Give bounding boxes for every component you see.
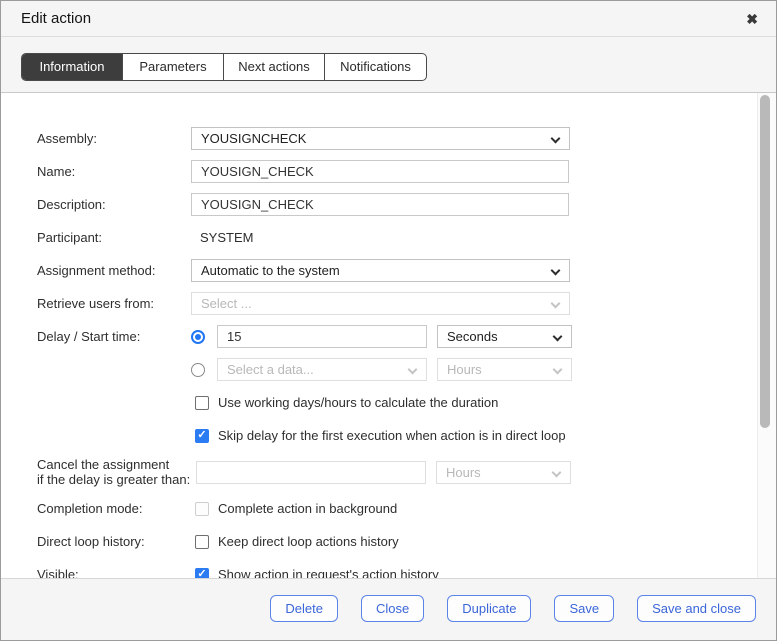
retrieve-users-label: Retrieve users from: <box>37 296 191 311</box>
delay-data-select-placeholder: Select a data... <box>227 362 314 377</box>
delay-label: Delay / Start time: <box>37 329 191 344</box>
visible-row: Visible: Show action in request's action… <box>37 563 736 578</box>
cancel-assignment-unit-value: Hours <box>446 465 481 480</box>
completion-mode-option-label: Complete action in background <box>218 501 397 516</box>
completion-mode-label: Completion mode: <box>37 501 191 516</box>
delay-duration-radio[interactable] <box>191 330 205 344</box>
retrieve-users-select: Select ... <box>191 292 570 315</box>
close-icon[interactable]: ✖ <box>746 12 758 26</box>
assembly-select[interactable]: YOUSIGNCHECK <box>191 127 570 150</box>
retrieve-users-select-placeholder: Select ... <box>201 296 252 311</box>
dialog-footer: Delete Close Duplicate Save Save and clo… <box>1 578 776 641</box>
skip-delay-label: Skip delay for the first execution when … <box>218 428 566 443</box>
chevron-down-icon <box>552 467 562 477</box>
skip-delay-checkbox[interactable] <box>195 429 209 443</box>
assembly-row: Assembly: YOUSIGNCHECK <box>37 127 736 150</box>
visible-option-label: Show action in request's action history <box>218 567 439 578</box>
duplicate-button[interactable]: Duplicate <box>447 595 531 622</box>
delay-data-unit-value: Hours <box>447 362 482 377</box>
dialog-title: Edit action <box>21 10 746 27</box>
tab-group: Information Parameters Next actions Noti… <box>21 53 427 81</box>
visible-checkbox[interactable] <box>195 568 209 579</box>
save-and-close-button[interactable]: Save and close <box>637 595 756 622</box>
delay-data-unit-select: Hours <box>437 358 572 381</box>
assignment-method-row: Assignment method: Automatic to the syst… <box>37 259 736 282</box>
assembly-label: Assembly: <box>37 131 191 146</box>
save-button[interactable]: Save <box>554 595 614 622</box>
description-label: Description: <box>37 197 191 212</box>
scrollbar-thumb[interactable] <box>760 95 770 428</box>
name-label: Name: <box>37 164 191 179</box>
visible-label: Visible: <box>37 567 191 578</box>
participant-row: Participant: SYSTEM <box>37 226 736 249</box>
direct-loop-row: Direct loop history: Keep direct loop ac… <box>37 530 736 553</box>
assembly-select-value: YOUSIGNCHECK <box>201 131 306 146</box>
direct-loop-option-label: Keep direct loop actions history <box>218 534 399 549</box>
tab-bar: Information Parameters Next actions Noti… <box>1 37 776 93</box>
tab-parameters[interactable]: Parameters <box>123 54 224 80</box>
assignment-method-select[interactable]: Automatic to the system <box>191 259 570 282</box>
description-row: Description: <box>37 193 736 216</box>
close-button[interactable]: Close <box>361 595 424 622</box>
delete-button[interactable]: Delete <box>270 595 338 622</box>
participant-label: Participant: <box>37 230 191 245</box>
participant-value: SYSTEM <box>191 230 253 245</box>
assignment-method-select-value: Automatic to the system <box>201 263 340 278</box>
working-days-row: Use working days/hours to calculate the … <box>37 391 736 414</box>
completion-mode-row: Completion mode: Complete action in back… <box>37 497 736 520</box>
tab-notifications[interactable]: Notifications <box>325 54 426 80</box>
description-input[interactable] <box>191 193 569 216</box>
cancel-assignment-unit-select: Hours <box>436 461 571 484</box>
delay-duration-unit-select[interactable]: Seconds <box>437 325 572 348</box>
cancel-assignment-input <box>196 461 426 484</box>
delay-duration-unit-value: Seconds <box>447 329 498 344</box>
working-days-checkbox[interactable] <box>195 396 209 410</box>
completion-mode-checkbox <box>195 502 209 516</box>
dialog-header: Edit action ✖ <box>1 1 776 37</box>
delay-duration-row: Delay / Start time: Seconds <box>37 325 736 348</box>
assignment-method-label: Assignment method: <box>37 263 191 278</box>
working-days-label: Use working days/hours to calculate the … <box>218 395 498 410</box>
name-input[interactable] <box>191 160 569 183</box>
tab-information[interactable]: Information <box>22 54 123 80</box>
skip-delay-row: Skip delay for the first execution when … <box>37 424 736 447</box>
chevron-down-icon <box>551 266 561 276</box>
delay-data-radio[interactable] <box>191 363 205 377</box>
edit-action-dialog: Edit action ✖ Information Parameters Nex… <box>0 0 777 641</box>
chevron-down-icon <box>551 299 561 309</box>
delay-data-select: Select a data... <box>217 358 427 381</box>
cancel-assignment-label: Cancel the assignment if the delay is gr… <box>37 457 191 487</box>
direct-loop-checkbox[interactable] <box>195 535 209 549</box>
chevron-down-icon <box>553 332 563 342</box>
chevron-down-icon <box>553 365 563 375</box>
information-panel: Assembly: YOUSIGNCHECK Name: Description… <box>1 93 776 578</box>
cancel-assignment-row: Cancel the assignment if the delay is gr… <box>37 457 736 487</box>
retrieve-users-row: Retrieve users from: Select ... <box>37 292 736 315</box>
delay-duration-input[interactable] <box>217 325 427 348</box>
direct-loop-label: Direct loop history: <box>37 534 191 549</box>
chevron-down-icon <box>551 134 561 144</box>
name-row: Name: <box>37 160 736 183</box>
tab-next-actions[interactable]: Next actions <box>224 54 325 80</box>
scrollbar-track[interactable] <box>757 93 776 578</box>
chevron-down-icon <box>408 365 418 375</box>
delay-data-row: Select a data... Hours <box>37 358 736 381</box>
